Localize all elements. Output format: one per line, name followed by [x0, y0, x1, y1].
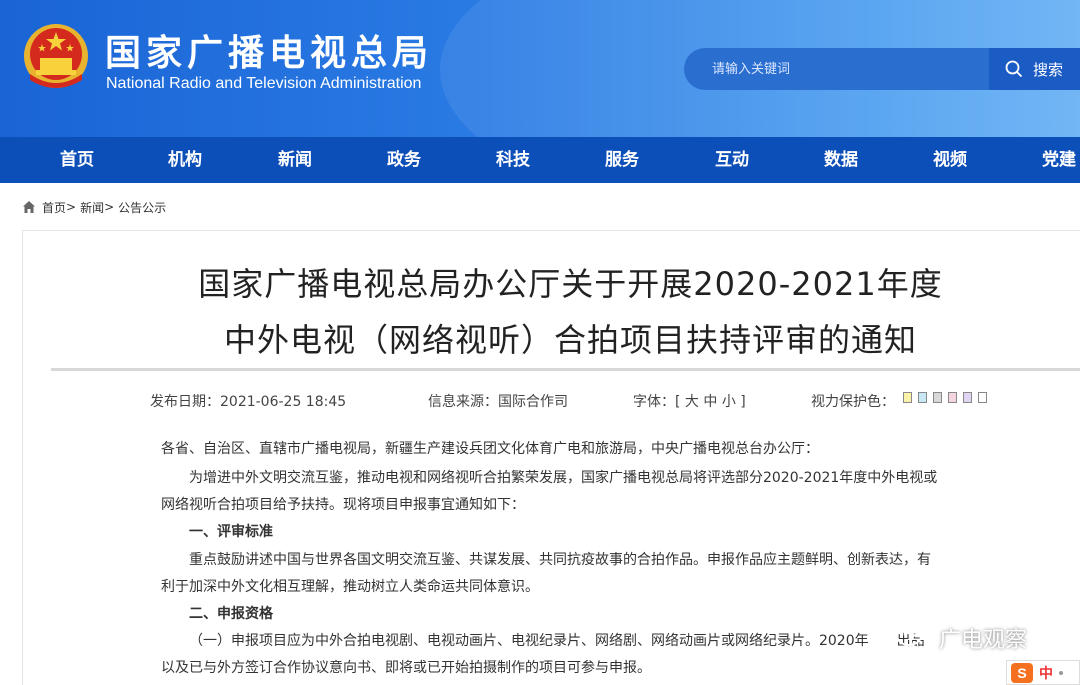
search-box: [684, 48, 989, 90]
paragraph-eligibility-cont: 以及已与外方签订合作协议意向书、即将或已开始拍摄制作的项目可参与申报。: [161, 660, 651, 676]
article-source: 信息来源：国际合作司: [428, 394, 568, 410]
breadcrumb-news[interactable]: 新闻: [80, 199, 104, 216]
search-button-label: 搜索: [1033, 60, 1064, 79]
search-icon: [1005, 60, 1023, 78]
eye-care-swatch[interactable]: [978, 392, 987, 403]
ime-dot-icon: [1059, 670, 1063, 675]
eye-care-swatch[interactable]: [918, 392, 927, 403]
paragraph-eligibility: （一）申报项目应为中外合拍电视剧、电视动画片、电视纪录片、网络剧、网络动画片或网…: [189, 631, 925, 651]
article-panel: 国家广播电视总局办公厅关于开展2020-2021年度 中外电视（网络视听）合拍项…: [22, 230, 1080, 685]
nav-item-video[interactable]: 视频: [933, 137, 967, 183]
national-emblem-icon: [24, 24, 88, 88]
font-bracket-open: [: [675, 394, 681, 410]
search-button[interactable]: 搜索: [989, 48, 1080, 90]
article-title-line1: 国家广播电视总局办公厅关于开展2020-2021年度: [198, 265, 943, 303]
nav-item-home[interactable]: 首页: [60, 137, 94, 183]
nav-item-party-building[interactable]: 党建: [1042, 137, 1076, 183]
nav-item-services[interactable]: 服务: [605, 137, 639, 183]
search-input[interactable]: [684, 48, 989, 90]
eye-care-swatches: [903, 392, 987, 403]
section-heading-eligibility: 二、申报资格: [189, 606, 273, 622]
site-title: 国家广播电视总局: [105, 33, 434, 74]
nav-item-technology[interactable]: 科技: [496, 137, 530, 183]
breadcrumb-separator: >: [66, 200, 77, 214]
paragraph-criteria: 重点鼓励讲述中国与世界各国文明交流互鉴、共谋发展、共同抗疫故事的合拍作品。申报作…: [189, 552, 931, 568]
nav-item-data[interactable]: 数据: [824, 137, 858, 183]
title-divider: [51, 368, 1080, 371]
ime-logo-icon: S: [1011, 662, 1033, 683]
wechat-icon: [896, 626, 932, 650]
font-bracket-close: ]: [740, 394, 746, 410]
paragraph-intro-cont: 网络视听合拍项目给予扶持。现将项目申报事宜通知如下：: [161, 497, 525, 513]
eye-care-swatch[interactable]: [948, 392, 957, 403]
breadcrumb-separator: >: [104, 200, 115, 214]
eye-care-label: 视力保护色：: [811, 394, 895, 410]
font-size-medium[interactable]: 中: [703, 394, 717, 410]
section-heading-criteria: 一、评审标准: [189, 524, 273, 540]
paragraph-eligibility-text: （一）申报项目应为中外合拍电视剧、电视动画片、电视纪录片、网络剧、网络动画片或网…: [189, 633, 869, 649]
breadcrumb-section[interactable]: 公告公示: [118, 199, 166, 216]
wechat-watermark: 广电观察: [895, 622, 1027, 654]
nav-item-government-affairs[interactable]: 政务: [387, 137, 421, 183]
home-icon: [23, 201, 35, 213]
ime-mode[interactable]: 中: [1039, 663, 1053, 683]
site-subtitle: National Radio and Television Administra…: [106, 75, 422, 92]
nav-item-interaction[interactable]: 互动: [715, 137, 749, 183]
eye-care-swatch[interactable]: [903, 392, 912, 403]
breadcrumb: 首页 > 新闻 > 公告公示: [22, 197, 166, 217]
nav-item-news[interactable]: 新闻: [278, 137, 312, 183]
watermark-text: 广电观察: [939, 628, 1028, 653]
site-header: 国家广播电视总局 National Radio and Television A…: [0, 0, 1080, 137]
font-size-control: 字体：[ 大 中 小 ]: [633, 391, 746, 411]
eye-care-swatch[interactable]: [963, 392, 972, 403]
publish-date: 发布日期：2021-06-25 18:45: [150, 394, 347, 410]
ime-toolbar[interactable]: S 中: [1006, 660, 1080, 685]
paragraph-criteria-cont: 利于加深中外文化相互理解，推动树立人类命运共同体意识。: [161, 579, 539, 595]
paragraph-intro: 为增进中外文明交流互鉴，推动电视和网络视听合拍繁荣发展，国家广播电视总局将评选部…: [189, 470, 938, 486]
article-title-line2: 中外电视（网络视听）合拍项目扶持评审的通知: [223, 321, 917, 359]
font-size-small[interactable]: 小: [722, 394, 736, 410]
eye-care-swatch[interactable]: [933, 392, 942, 403]
main-nav: 首页 机构 新闻 政务 科技 服务 互动 数据 视频 党建: [0, 137, 1080, 183]
font-size-large[interactable]: 大: [685, 394, 699, 410]
font-size-label: 字体：: [633, 394, 675, 410]
nav-item-organization[interactable]: 机构: [168, 137, 202, 183]
breadcrumb-home[interactable]: 首页: [42, 199, 66, 216]
paragraph-salutation: 各省、自治区、直辖市广播电视局，新疆生产建设兵团文化体育广电和旅游局，中央广播电…: [161, 441, 819, 457]
